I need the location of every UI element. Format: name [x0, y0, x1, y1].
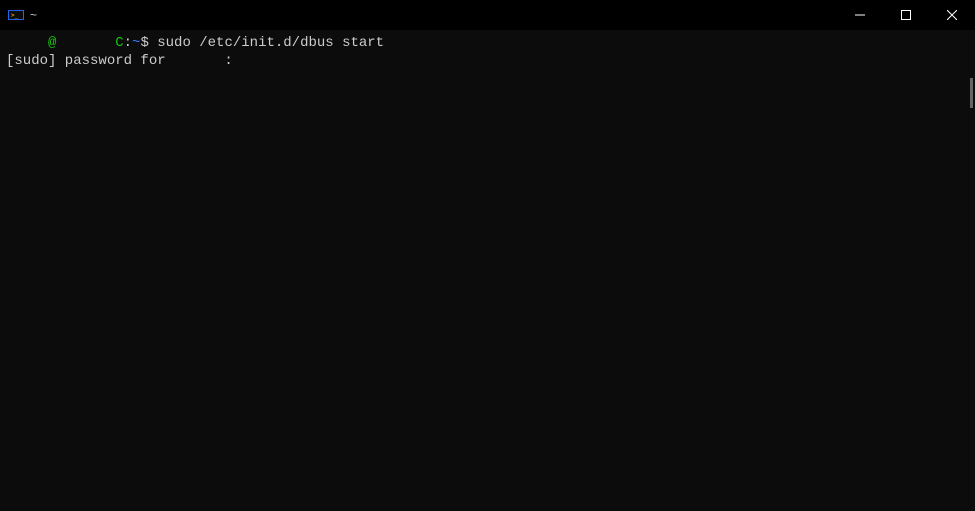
prompt-dollar: $	[140, 35, 148, 51]
output-text: [sudo] password for :	[6, 53, 233, 69]
terminal-viewport[interactable]: @ C:~$ sudo /etc/init.d/dbus start [sudo…	[0, 30, 975, 511]
window-title: ~	[30, 8, 37, 22]
window-titlebar: >_ ~	[0, 0, 975, 30]
minimize-button[interactable]	[837, 0, 883, 30]
window-controls	[837, 0, 975, 30]
close-button[interactable]	[929, 0, 975, 30]
terminal-line: @ C:~$ sudo /etc/init.d/dbus start	[6, 34, 969, 52]
command-text	[149, 35, 157, 51]
app-icon: >_	[8, 7, 24, 23]
terminal-line: [sudo] password for :	[6, 52, 969, 70]
prompt-user-host: @ C	[6, 35, 124, 51]
svg-text:>_: >_	[11, 12, 19, 19]
prompt-separator: :	[124, 35, 132, 51]
command-text: sudo /etc/init.d/dbus start	[157, 35, 384, 51]
maximize-button[interactable]	[883, 0, 929, 30]
titlebar-left: >_ ~	[8, 7, 37, 23]
scrollbar-thumb[interactable]	[970, 78, 973, 108]
